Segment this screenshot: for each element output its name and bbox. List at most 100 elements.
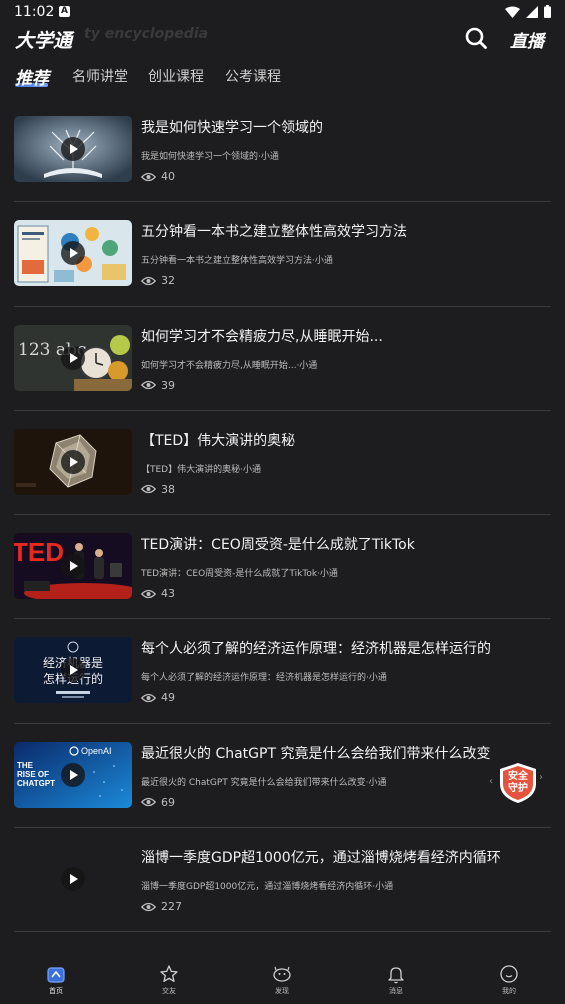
thumbnail-line-2: RISE OF bbox=[17, 770, 49, 779]
view-count: 40 bbox=[141, 170, 175, 183]
wifi-icon bbox=[505, 6, 520, 18]
video-item[interactable]: 【TED】伟大演讲的奥秘 【TED】伟大演讲的奥秘·小通 38 bbox=[14, 411, 551, 516]
signal-icon bbox=[526, 5, 538, 18]
view-count: 32 bbox=[141, 274, 175, 287]
video-thumbnail[interactable]: TED bbox=[14, 533, 132, 600]
badge-collapse-left-icon[interactable]: ‹ bbox=[489, 776, 493, 787]
bottom-navigation: 首页 交友 发现 消息 我的 bbox=[0, 956, 565, 1004]
view-count-number: 39 bbox=[161, 378, 175, 392]
tab-startup-courses[interactable]: 创业课程 bbox=[148, 66, 204, 86]
thumbnail-line-1: THE bbox=[17, 761, 34, 770]
view-count: 69 bbox=[141, 796, 175, 809]
video-subtitle: 淄博一季度GDP超1000亿元，通过淄博烧烤看经济内循环·小通 bbox=[141, 882, 394, 893]
eye-icon bbox=[141, 589, 156, 598]
video-thumbnail[interactable] bbox=[14, 428, 132, 495]
view-count-number: 49 bbox=[161, 691, 175, 705]
video-subtitle: 最近很火的 ChatGPT 究竟是什么会给我们带来什么改变·小通 bbox=[141, 777, 387, 788]
video-subtitle: 五分钟看一本书之建立整体性高效学习方法·小通 bbox=[141, 256, 333, 267]
play-icon bbox=[61, 137, 85, 161]
status-time: 11:02 bbox=[14, 4, 55, 20]
video-title: 最近很火的 ChatGPT 究竟是什么会给我们带来什么改变 bbox=[141, 745, 491, 762]
nav-label: 交友 bbox=[162, 987, 176, 995]
view-count-number: 69 bbox=[161, 795, 175, 809]
app-bar: 大学通 ty encyclopedia 直播 bbox=[0, 24, 565, 54]
video-thumbnail[interactable] bbox=[14, 220, 132, 287]
tab-famous-teachers[interactable]: 名师讲堂 bbox=[72, 66, 128, 86]
thumbnail-ted-text: TED bbox=[14, 537, 64, 567]
video-list: 我是如何快速学习一个领域的 我是如何快速学习一个领域的·小通 40 五分钟看一本… bbox=[14, 98, 551, 933]
tab-civil-exam-courses[interactable]: 公考课程 bbox=[225, 66, 281, 86]
video-title: 我是如何快速学习一个领域的 bbox=[141, 120, 323, 136]
nav-label: 首页 bbox=[49, 987, 63, 995]
view-count: 43 bbox=[141, 587, 175, 600]
video-item[interactable]: TED TED演讲：CEO周受资-是什么成就了TikTok TED演讲：CEO周… bbox=[14, 515, 551, 620]
video-thumbnail[interactable]: 经济机器是 怎样运行的 bbox=[14, 637, 132, 704]
play-icon bbox=[61, 554, 85, 579]
view-count: 227 bbox=[141, 900, 182, 913]
badge-line-1: 安全 bbox=[508, 771, 528, 782]
tab-recommended[interactable]: 推荐 bbox=[15, 64, 49, 89]
video-item[interactable]: 123 abc 如何学习才不会精疲力尽,从睡眠开始... 如何学习才不会精疲力尽… bbox=[14, 307, 551, 411]
live-button[interactable]: 直播 bbox=[510, 27, 544, 52]
nav-discover[interactable]: 发现 bbox=[252, 964, 312, 996]
video-title: 淄博一季度GDP超1000亿元，通过淄博烧烤看经济内循环 bbox=[141, 850, 501, 867]
eye-icon bbox=[141, 380, 156, 390]
profile-icon bbox=[500, 965, 518, 983]
video-subtitle: 如何学习才不会精疲力尽,从睡眠开始...·小通 bbox=[141, 360, 318, 371]
view-count-number: 40 bbox=[161, 170, 175, 183]
play-icon bbox=[61, 345, 85, 370]
eye-icon bbox=[141, 902, 156, 911]
video-thumbnail[interactable]: OpenAI THE RISE OF CHATGPT bbox=[14, 741, 132, 808]
home-icon bbox=[47, 967, 65, 983]
view-count: 38 bbox=[141, 483, 175, 496]
status-icons bbox=[505, 5, 551, 18]
video-item[interactable]: OpenAI THE RISE OF CHATGPT 最近很火的 ChatGPT… bbox=[14, 724, 551, 829]
view-count: 49 bbox=[141, 691, 175, 704]
video-item[interactable]: 五分钟看一本书之建立整体性高效学习方法 五分钟看一本书之建立整体性高效学习方法·… bbox=[14, 202, 551, 307]
safety-guard-badge[interactable]: 安全 守护 bbox=[497, 762, 539, 804]
status-bar: 11:02 A bbox=[0, 0, 565, 24]
bell-icon bbox=[388, 967, 404, 984]
eye-icon bbox=[141, 485, 156, 494]
play-icon bbox=[61, 449, 85, 474]
nav-profile[interactable]: 我的 bbox=[479, 964, 539, 996]
thumbnail-line-3: CHATGPT bbox=[17, 779, 55, 788]
battery-icon bbox=[544, 5, 551, 18]
eye-icon bbox=[141, 693, 156, 703]
badge-collapse-right-icon[interactable]: › bbox=[539, 772, 543, 783]
category-tabs: 推荐 名师讲堂 创业课程 公考课程 bbox=[0, 62, 565, 92]
notification-icon: A bbox=[59, 6, 70, 17]
video-subtitle: 每个人必须了解的经济运作原理：经济机器是怎样运行的·小通 bbox=[141, 673, 387, 684]
star-icon bbox=[160, 965, 178, 982]
video-subtitle: 【TED】伟大演讲的奥秘·小通 bbox=[141, 464, 261, 475]
video-title: 如何学习才不会精疲力尽,从睡眠开始... bbox=[141, 328, 383, 345]
watermark-text: ty encyclopedia bbox=[84, 26, 209, 42]
search-icon[interactable] bbox=[464, 26, 488, 50]
nav-label: 我的 bbox=[502, 987, 516, 995]
video-thumbnail[interactable] bbox=[14, 116, 132, 182]
nav-messages[interactable]: 消息 bbox=[366, 964, 426, 996]
video-title: 五分钟看一本书之建立整体性高效学习方法 bbox=[141, 224, 407, 241]
view-count-number: 38 bbox=[161, 482, 175, 496]
nav-home[interactable]: 首页 bbox=[26, 964, 86, 996]
video-title: TED演讲：CEO周受资-是什么成就了TikTok bbox=[141, 537, 415, 554]
video-item[interactable]: 我是如何快速学习一个领域的 我是如何快速学习一个领域的·小通 40 bbox=[14, 98, 551, 203]
video-thumbnail[interactable]: 123 abc bbox=[14, 324, 132, 391]
video-title: 每个人必须了解的经济运作原理：经济机器是怎样运行的 bbox=[141, 641, 491, 658]
play-icon bbox=[61, 867, 85, 892]
view-count-number: 227 bbox=[161, 900, 182, 914]
video-title: 【TED】伟大演讲的奥秘 bbox=[141, 432, 296, 449]
video-subtitle: TED演讲：CEO周受资-是什么成就了TikTok·小通 bbox=[141, 569, 338, 580]
eye-icon bbox=[141, 798, 156, 807]
eye-icon bbox=[141, 172, 156, 181]
thumbnail-openai-logo: OpenAI bbox=[81, 746, 112, 756]
eye-icon bbox=[141, 276, 156, 285]
nav-label: 发现 bbox=[275, 987, 289, 995]
nav-friends[interactable]: 交友 bbox=[139, 964, 199, 996]
badge-label: 安全 守护 bbox=[497, 762, 539, 804]
video-thumbnail[interactable] bbox=[14, 846, 132, 913]
video-item[interactable]: 淄博一季度GDP超1000亿元，通过淄博烧烤看经济内循环 淄博一季度GDP超10… bbox=[14, 828, 551, 933]
video-subtitle: 我是如何快速学习一个领域的·小通 bbox=[141, 152, 279, 162]
discover-icon bbox=[273, 966, 291, 982]
video-item[interactable]: 经济机器是 怎样运行的 每个人必须了解的经济运作原理：经济机器是怎样运行的 每个… bbox=[14, 619, 551, 724]
